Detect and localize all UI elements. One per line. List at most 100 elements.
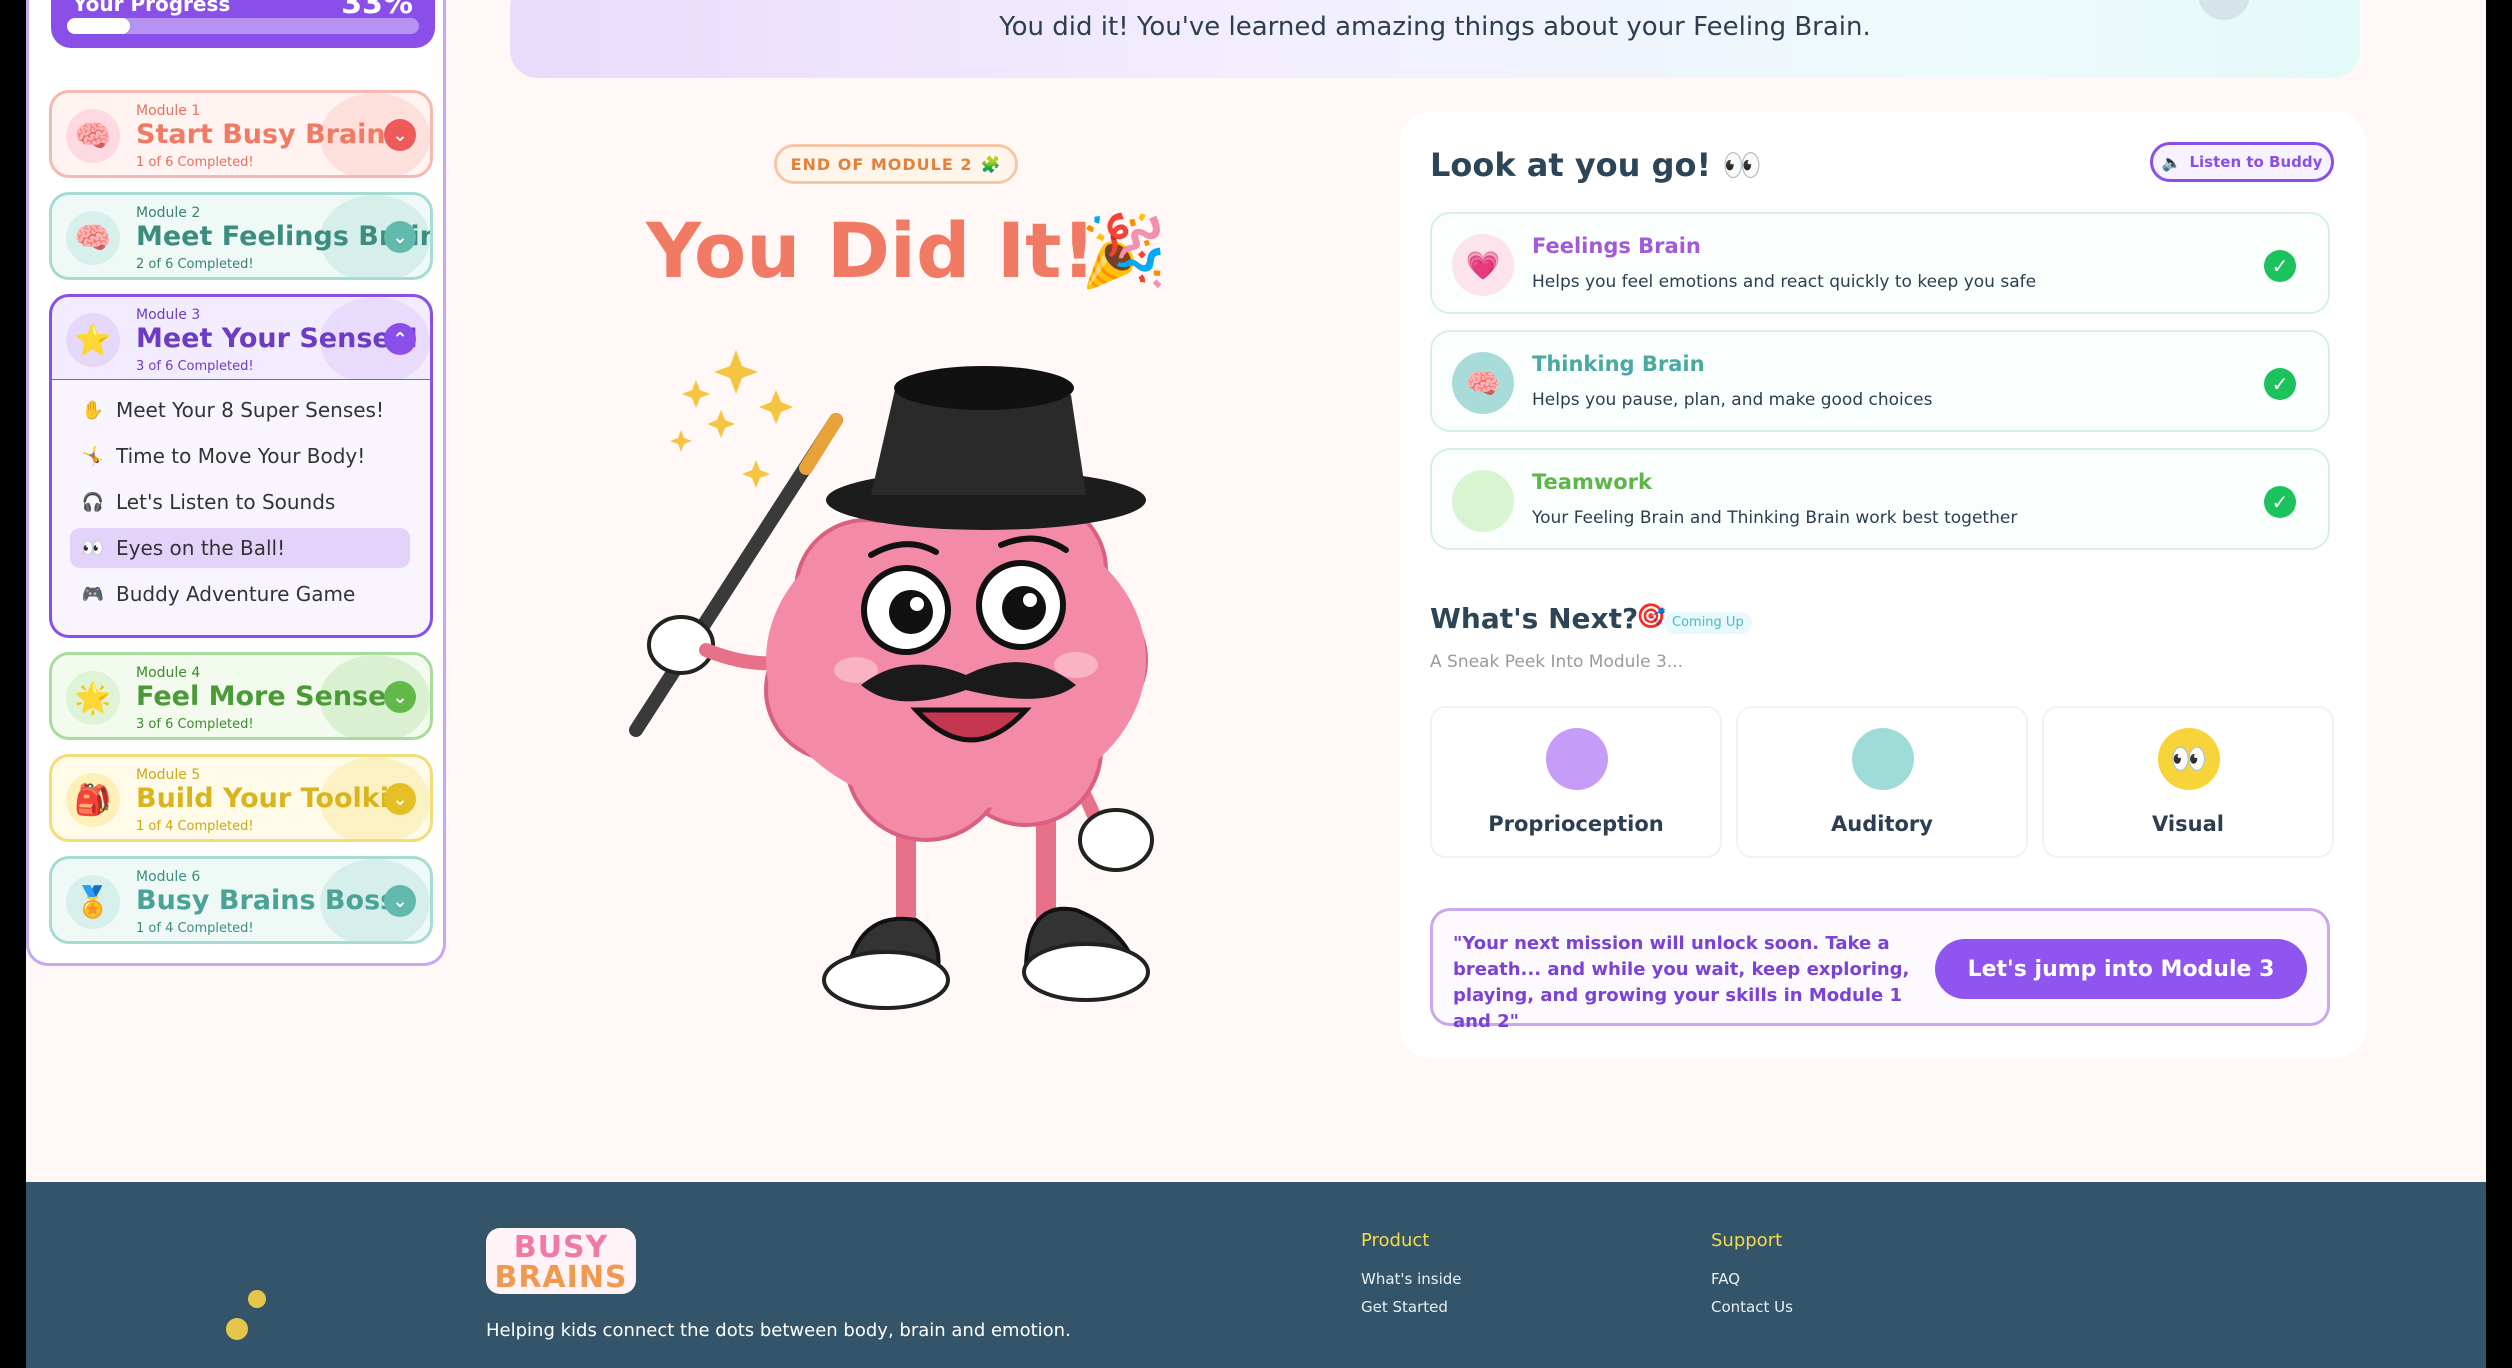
module-card-1[interactable]: 🧠 Module 1 Start Busy Brains 1 of 6 Comp… <box>49 90 433 178</box>
lesson-list: ✋ Meet Your 8 Super Senses! 🤸 Time to Move… <box>49 380 433 638</box>
listen-label: Listen to Buddy <box>2189 153 2323 171</box>
module-number: Module 6 <box>136 869 201 885</box>
sense-card-visual[interactable]: 👀 Visual <box>2042 706 2334 858</box>
brain-icon: 🧠 <box>66 109 120 163</box>
site-footer: BUSY BRAINS Helping kids connect the dot… <box>26 1182 2486 1368</box>
footer-link-contact[interactable]: Contact Us <box>1711 1298 1793 1316</box>
module-progress: 2 of 6 Completed! <box>136 257 254 272</box>
chevron-down-icon[interactable]: ⌄ <box>384 885 416 917</box>
mission-box: "Your next mission will unlock soon. Tak… <box>1430 908 2330 1032</box>
progress-track <box>67 18 419 34</box>
party-popper-icon: 🎉 <box>1080 210 1168 292</box>
module-card-5[interactable]: 🎒 Module 5 Build Your Toolkit 1 of 4 Com… <box>49 754 433 842</box>
star-icon: ⭐ <box>66 313 120 367</box>
module-progress: 3 of 6 Completed! <box>136 717 254 732</box>
module-title: Start Busy Brains <box>136 119 402 150</box>
module-number: Module 4 <box>136 665 201 681</box>
brain-icon: 🧠 <box>66 211 120 265</box>
gymnast-icon: 🤸 <box>81 445 105 467</box>
backpack-icon: 🎒 <box>66 773 120 827</box>
review-item-title: Thinking Brain <box>1532 352 1705 376</box>
lesson-item-active[interactable]: 👀 Eyes on the Ball! <box>70 528 410 568</box>
module-card-3[interactable]: ⭐ Module 3 Meet Your Senses! 3 of 6 Comp… <box>49 294 433 382</box>
lesson-label: Eyes on the Ball! <box>116 536 286 560</box>
brain-magician-mascot <box>629 350 1154 1010</box>
listen-to-buddy-button[interactable]: 🔈 Listen to Buddy <box>2150 142 2334 182</box>
lesson-item[interactable]: 🎮 Buddy Adventure Game <box>70 574 410 614</box>
module-number: Module 3 <box>136 307 201 323</box>
progress-label: Your Progress <box>73 0 231 16</box>
progress-fill <box>67 18 131 34</box>
heart-icon: 💗 <box>1452 234 1514 296</box>
hero-title: You Did It! <box>646 206 1097 295</box>
review-card: Look at you go! 👀 🔈 Listen to Buddy 💗 Fe… <box>1400 112 2366 1058</box>
module-progress: 1 of 4 Completed! <box>136 819 254 834</box>
sense-card-proprioception[interactable]: Proprioception <box>1430 706 1722 858</box>
target-icon: 🎯 <box>1636 602 1666 630</box>
module-sidebar: Your Progress 33% 🧠 Module 1 Start Busy … <box>26 0 446 966</box>
review-item-title: Teamwork <box>1532 470 1652 494</box>
whats-next-subtitle: A Sneak Peek Into Module 3... <box>1430 652 1684 672</box>
puzzle-icon: 🧩 <box>980 154 1002 174</box>
module-card-6[interactable]: 🏅 Module 6 Busy Brains Boss 1 of 4 Compl… <box>49 856 433 944</box>
lesson-label: Time to Move Your Body! <box>116 444 366 468</box>
chevron-down-icon[interactable]: ⌄ <box>384 681 416 713</box>
lesson-item[interactable]: 🤸 Time to Move Your Body! <box>70 436 410 476</box>
page: Your Progress 33% 🧠 Module 1 Start Busy … <box>26 0 2486 1368</box>
whats-next-heading: What's Next? <box>1430 602 1639 635</box>
module-number: Module 5 <box>136 767 201 783</box>
check-icon: ✓ <box>2264 368 2296 400</box>
medal-icon: 🏅 <box>66 875 120 929</box>
brain-icon: 🧠 <box>1452 352 1514 414</box>
module-end-pill: END OF MODULE 2 🧩 <box>774 144 1018 184</box>
lesson-label: Buddy Adventure Game <box>116 582 356 606</box>
lesson-item[interactable]: 🎧 Let's Listen to Sounds <box>70 482 410 522</box>
busy-brains-logo[interactable]: BUSY BRAINS <box>486 1228 636 1295</box>
sense-label: Proprioception <box>1488 812 1664 836</box>
module-card-2[interactable]: 🧠 Module 2 Meet Feelings Brain 2 of 6 Co… <box>49 192 433 280</box>
footer-link-whats-inside[interactable]: What's inside <box>1361 1270 1462 1288</box>
auditory-icon <box>1852 728 1914 790</box>
sense-card-auditory[interactable]: Auditory <box>1736 706 2028 858</box>
chevron-up-icon[interactable]: ⌃ <box>384 323 416 355</box>
lesson-label: Meet Your 8 Super Senses! <box>116 398 384 422</box>
chevron-down-icon[interactable]: ⌄ <box>384 783 416 815</box>
progress-card: Your Progress 33% <box>51 0 435 48</box>
module-number: Module 2 <box>136 205 201 221</box>
review-item-title: Feelings Brain <box>1532 234 1701 258</box>
review-item-desc: Helps you feel emotions and react quickl… <box>1532 272 2037 292</box>
headphones-icon: 🎧 <box>81 491 105 513</box>
footer-tagline: Helping kids connect the dots between bo… <box>486 1320 1071 1341</box>
congrats-banner: You did it! You've learned amazing thing… <box>510 0 2360 78</box>
review-item-desc: Your Feeling Brain and Thinking Brain wo… <box>1532 508 2018 528</box>
sparkles <box>670 350 793 488</box>
module-number: Module 1 <box>136 103 201 119</box>
module-card-4[interactable]: 🌟 Module 4 Feel More Senses! 3 of 6 Comp… <box>49 652 433 740</box>
footer-link-get-started[interactable]: Get Started <box>1361 1298 1448 1316</box>
proprioception-icon <box>1546 728 1608 790</box>
module-title: Build Your Toolkit <box>136 783 402 814</box>
jump-to-module-3-button[interactable]: Let's jump into Module 3 <box>1935 939 2307 999</box>
check-icon: ✓ <box>2264 486 2296 518</box>
sense-label: Auditory <box>1831 812 1933 836</box>
module-progress: 3 of 6 Completed! <box>136 359 254 374</box>
module-title: Busy Brains Boss <box>136 885 397 916</box>
module-progress: 1 of 6 Completed! <box>136 155 254 170</box>
speaker-icon: 🔈 <box>2161 152 2182 172</box>
footer-link-faq[interactable]: FAQ <box>1711 1270 1740 1288</box>
logo-line-2: BRAINS <box>494 1260 628 1295</box>
decorative-dot <box>248 1290 266 1308</box>
eyes-icon: 👀 <box>2158 728 2220 790</box>
module-progress: 1 of 4 Completed! <box>136 921 254 936</box>
review-item-thinking-brain: 🧠 Thinking Brain Helps you pause, plan, … <box>1430 330 2330 432</box>
chevron-down-icon[interactable]: ⌄ <box>384 119 416 151</box>
chevron-down-icon[interactable]: ⌄ <box>384 221 416 253</box>
check-icon: ✓ <box>2264 250 2296 282</box>
gamepad-icon: 🎮 <box>81 583 105 605</box>
module-title: Meet Your Senses! <box>136 323 420 354</box>
lesson-item[interactable]: ✋ Meet Your 8 Super Senses! <box>70 390 410 430</box>
banner-text: You did it! You've learned amazing thing… <box>999 12 1871 42</box>
review-item-desc: Helps you pause, plan, and make good cho… <box>1532 390 1933 410</box>
sense-label: Visual <box>2152 812 2224 836</box>
hand-icon: ✋ <box>81 399 105 421</box>
